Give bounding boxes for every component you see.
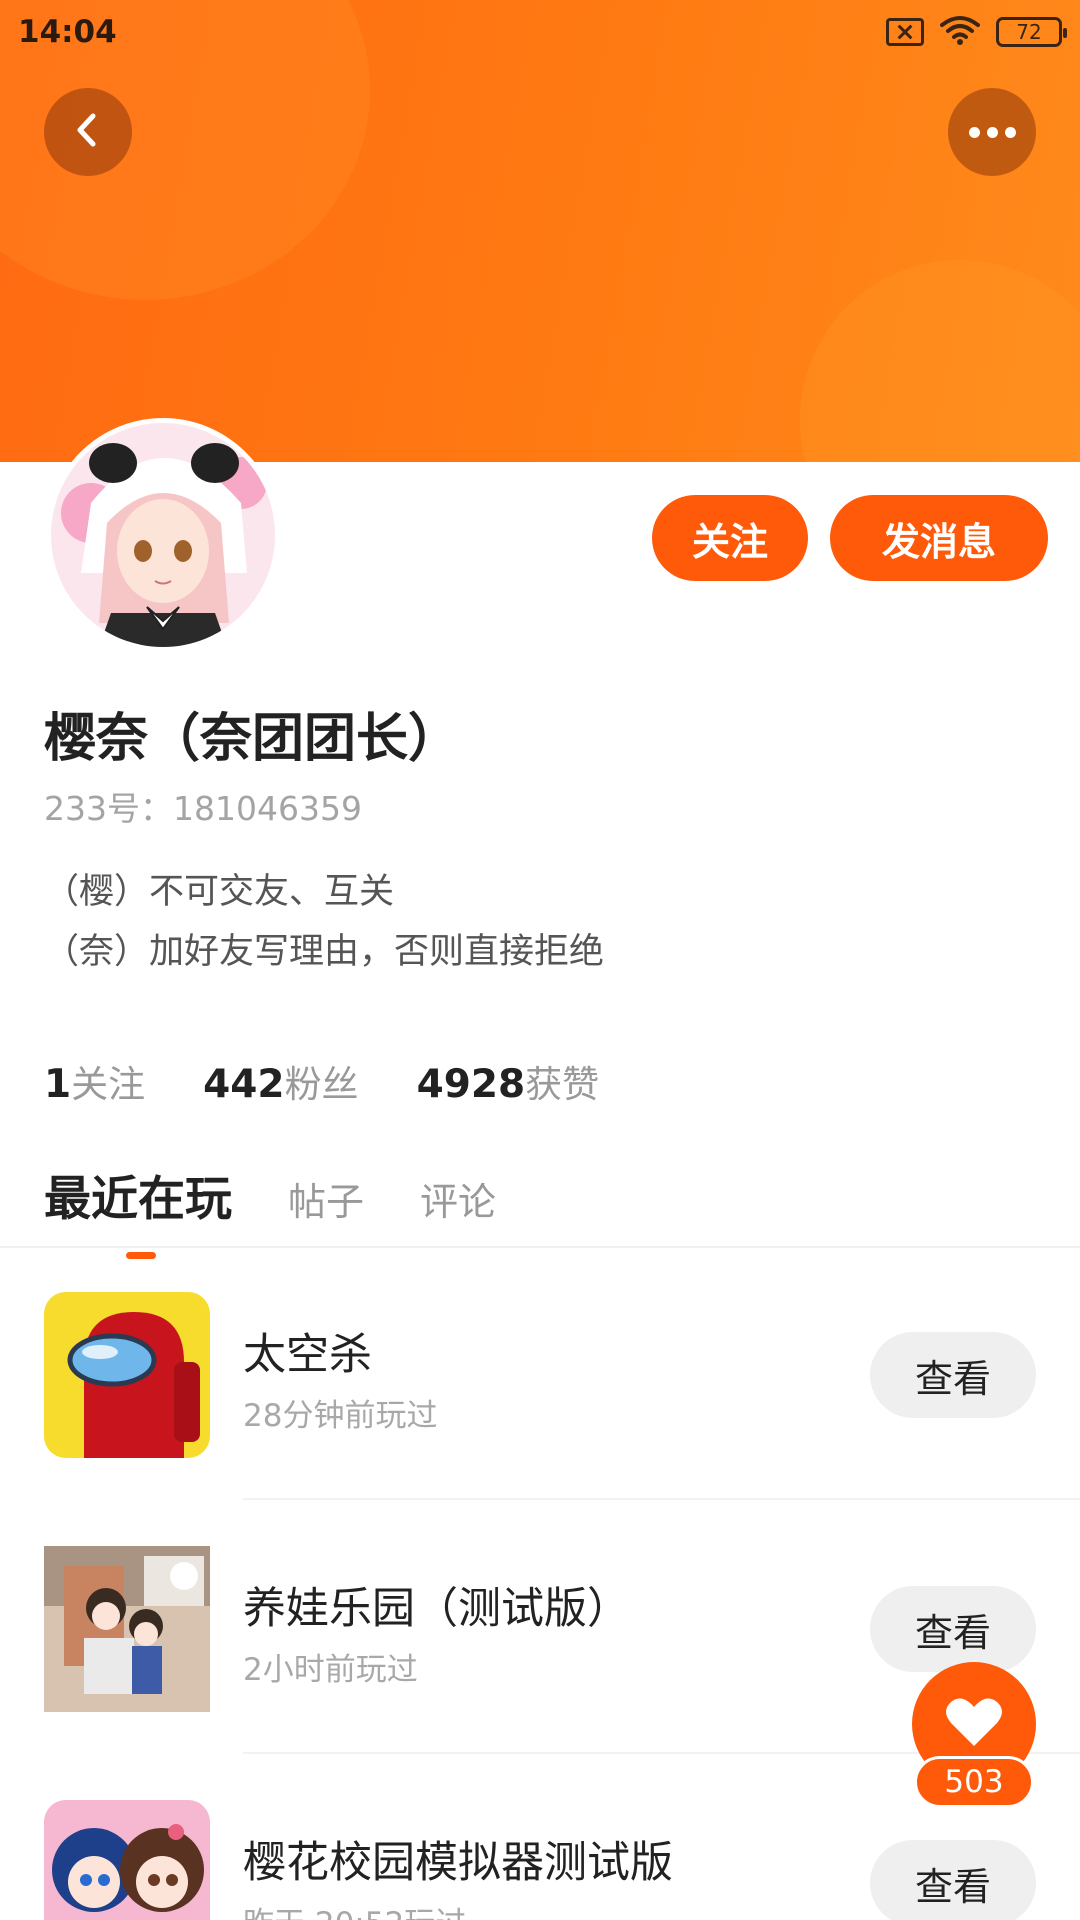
back-button[interactable] xyxy=(44,88,132,176)
list-item[interactable]: 养娃乐园（测试版） 2小时前玩过 查看 xyxy=(0,1546,1080,1712)
view-button[interactable]: 查看 xyxy=(870,1840,1036,1920)
status-icons: 72 xyxy=(886,14,1067,50)
tabs-divider xyxy=(0,1246,1080,1248)
list-divider xyxy=(243,1498,1080,1500)
profile-header-background xyxy=(0,0,1080,462)
game-icon xyxy=(44,1800,210,1920)
tab-comments[interactable]: 评论 xyxy=(420,1171,496,1226)
heart-icon xyxy=(945,1696,1003,1752)
follow-button[interactable]: 关注 xyxy=(652,495,808,581)
more-button[interactable] xyxy=(948,88,1036,176)
battery-icon: 72 xyxy=(996,17,1067,47)
tab-posts[interactable]: 帖子 xyxy=(288,1171,364,1226)
chevron-left-icon xyxy=(68,110,108,154)
stat-label: 粉丝 xyxy=(284,1063,359,1106)
tab-recently-played[interactable]: 最近在玩 xyxy=(44,1160,232,1259)
status-bar: 14:04 72 xyxy=(0,0,1080,64)
wifi-icon xyxy=(938,14,982,50)
like-count-badge: 503 xyxy=(914,1756,1034,1808)
game-name: 樱花校园模拟器测试版 xyxy=(243,1838,673,1888)
stat-followers[interactable]: 442粉丝 xyxy=(203,1054,358,1108)
profile-nickname: 樱奈（奈团团长） xyxy=(44,709,461,769)
avatar[interactable] xyxy=(46,418,280,652)
game-name: 太空杀 xyxy=(243,1330,372,1380)
stat-label: 获赞 xyxy=(525,1063,600,1106)
more-horizontal-icon xyxy=(968,126,1016,138)
profile-user-id: 233号：181046359 xyxy=(44,789,362,828)
stat-value: 4928 xyxy=(416,1062,526,1107)
send-message-button[interactable]: 发消息 xyxy=(830,495,1048,581)
stat-label: 关注 xyxy=(71,1063,146,1106)
bio-line: （奈）加好友写理由，否则直接拒绝 xyxy=(44,932,605,972)
no-sim-icon xyxy=(886,18,924,46)
list-item[interactable]: 太空杀 28分钟前玩过 查看 xyxy=(0,1292,1080,1458)
header-decoration xyxy=(800,260,1080,462)
bio-line: （樱）不可交友、互关 xyxy=(44,872,395,912)
stat-value: 1 xyxy=(44,1062,72,1107)
profile-tabs: 最近在玩 帖子 评论 xyxy=(44,1160,496,1259)
stat-likes[interactable]: 4928获赞 xyxy=(417,1054,600,1108)
game-name: 养娃乐园（测试版） xyxy=(243,1584,630,1634)
list-item[interactable]: 樱花校园模拟器测试版 昨天 20:52玩过 查看 xyxy=(0,1800,1080,1920)
game-icon xyxy=(44,1546,210,1712)
game-played-time: 28分钟前玩过 xyxy=(243,1398,438,1434)
view-button[interactable]: 查看 xyxy=(870,1332,1036,1418)
stat-value: 442 xyxy=(203,1062,285,1107)
game-icon xyxy=(44,1292,210,1458)
game-played-time: 2小时前玩过 xyxy=(243,1652,418,1688)
view-button[interactable]: 查看 xyxy=(870,1586,1036,1672)
profile-bio: （樱）不可交友、互关 （奈）加好友写理由，否则直接拒绝 xyxy=(44,862,604,982)
game-played-time: 昨天 20:52玩过 xyxy=(243,1898,466,1920)
stat-following[interactable]: 1关注 xyxy=(44,1054,145,1108)
status-time: 14:04 xyxy=(18,14,117,50)
profile-stats: 1关注 442粉丝 4928获赞 xyxy=(44,1054,599,1108)
